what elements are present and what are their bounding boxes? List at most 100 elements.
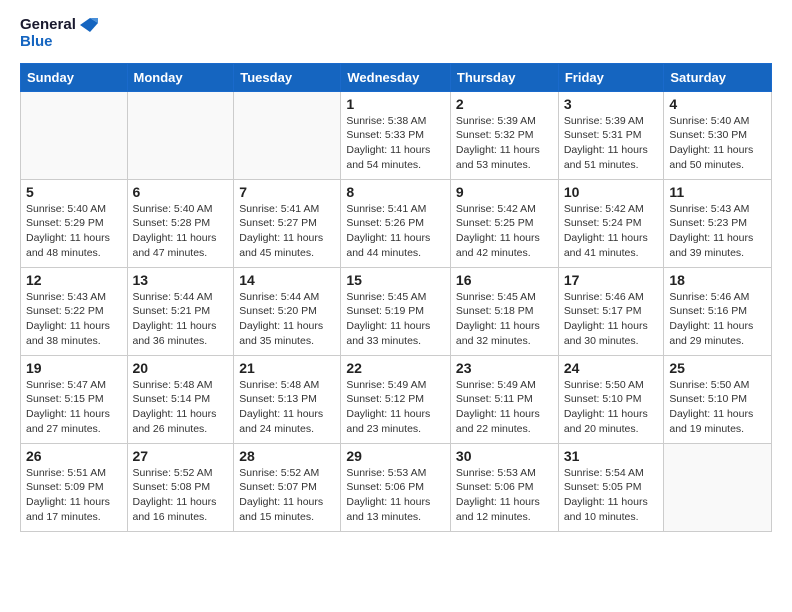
day-info: Sunrise: 5:51 AM Sunset: 5:09 PM Dayligh… xyxy=(26,466,122,525)
day-info: Sunrise: 5:49 AM Sunset: 5:11 PM Dayligh… xyxy=(456,378,553,437)
calendar-cell: 15 Sunrise: 5:45 AM Sunset: 5:19 PM Dayli… xyxy=(341,267,451,355)
day-number: 2 xyxy=(456,96,553,112)
day-number: 19 xyxy=(26,360,122,376)
calendar-cell: 1 Sunrise: 5:38 AM Sunset: 5:33 PM Daylig… xyxy=(341,91,451,179)
calendar-cell: 22 Sunrise: 5:49 AM Sunset: 5:12 PM Dayli… xyxy=(341,355,451,443)
day-info: Sunrise: 5:42 AM Sunset: 5:25 PM Dayligh… xyxy=(456,202,553,261)
calendar-cell: 23 Sunrise: 5:49 AM Sunset: 5:11 PM Dayli… xyxy=(450,355,558,443)
calendar-cell: 29 Sunrise: 5:53 AM Sunset: 5:06 PM Dayli… xyxy=(341,443,451,531)
day-info: Sunrise: 5:53 AM Sunset: 5:06 PM Dayligh… xyxy=(346,466,445,525)
calendar-cell: 26 Sunrise: 5:51 AM Sunset: 5:09 PM Dayli… xyxy=(21,443,128,531)
calendar-cell: 16Sunrise: 5:45 AM Sunset: 5:18 PM Dayli… xyxy=(450,267,558,355)
calendar-cell: 14Sunrise: 5:44 AM Sunset: 5:20 PM Dayli… xyxy=(234,267,341,355)
day-number: 11 xyxy=(669,184,766,200)
weekday-header: Saturday xyxy=(664,63,772,91)
day-info: Sunrise: 5:49 AM Sunset: 5:12 PM Dayligh… xyxy=(346,378,445,437)
day-info: Sunrise: 5:45 AM Sunset: 5:19 PM Dayligh… xyxy=(346,290,445,349)
calendar-cell: 7 Sunrise: 5:41 AM Sunset: 5:27 PM Daylig… xyxy=(234,179,341,267)
day-info: Sunrise: 5:43 AM Sunset: 5:23 PM Dayligh… xyxy=(669,202,766,261)
day-number: 3 xyxy=(564,96,659,112)
day-number: 29 xyxy=(346,448,445,464)
day-info: Sunrise: 5:46 AM Sunset: 5:16 PM Dayligh… xyxy=(669,290,766,349)
calendar-cell: 10 Sunrise: 5:42 AM Sunset: 5:24 PM Dayli… xyxy=(558,179,664,267)
calendar-cell xyxy=(234,91,341,179)
logo: General Blue xyxy=(20,16,98,51)
day-info: Sunrise: 5:50 AM Sunset: 5:10 PM Dayligh… xyxy=(564,378,659,437)
calendar-cell: 24 Sunrise: 5:50 AM Sunset: 5:10 PM Dayli… xyxy=(558,355,664,443)
day-info: Sunrise: 5:47 AM Sunset: 5:15 PM Dayligh… xyxy=(26,378,122,437)
day-info: Sunrise: 5:39 AM Sunset: 5:31 PM Dayligh… xyxy=(564,114,659,173)
calendar-cell: 2 Sunrise: 5:39 AM Sunset: 5:32 PM Daylig… xyxy=(450,91,558,179)
calendar-cell: 6 Sunrise: 5:40 AM Sunset: 5:28 PM Daylig… xyxy=(127,179,234,267)
day-number: 14 xyxy=(239,272,335,288)
day-number: 30 xyxy=(456,448,553,464)
week-row: 19 Sunrise: 5:47 AM Sunset: 5:15 PM Dayli… xyxy=(21,355,772,443)
page-container: General Blue SundayMondayTuesdayWednesda… xyxy=(0,0,792,548)
day-info: Sunrise: 5:52 AM Sunset: 5:07 PM Dayligh… xyxy=(239,466,335,525)
weekday-header: Sunday xyxy=(21,63,128,91)
day-number: 26 xyxy=(26,448,122,464)
day-number: 15 xyxy=(346,272,445,288)
day-info: Sunrise: 5:40 AM Sunset: 5:28 PM Dayligh… xyxy=(133,202,229,261)
day-number: 22 xyxy=(346,360,445,376)
calendar-cell: 12Sunrise: 5:43 AM Sunset: 5:22 PM Dayli… xyxy=(21,267,128,355)
calendar-cell: 13Sunrise: 5:44 AM Sunset: 5:21 PM Dayli… xyxy=(127,267,234,355)
calendar-cell: 31 Sunrise: 5:54 AM Sunset: 5:05 PM Dayli… xyxy=(558,443,664,531)
day-number: 25 xyxy=(669,360,766,376)
day-number: 6 xyxy=(133,184,229,200)
day-info: Sunrise: 5:40 AM Sunset: 5:29 PM Dayligh… xyxy=(26,202,122,261)
weekday-header-row: SundayMondayTuesdayWednesdayThursdayFrid… xyxy=(21,63,772,91)
header: General Blue xyxy=(20,16,772,51)
day-number: 13 xyxy=(133,272,229,288)
calendar-cell: 27 Sunrise: 5:52 AM Sunset: 5:08 PM Dayli… xyxy=(127,443,234,531)
day-info: Sunrise: 5:53 AM Sunset: 5:06 PM Dayligh… xyxy=(456,466,553,525)
calendar: SundayMondayTuesdayWednesdayThursdayFrid… xyxy=(20,63,772,532)
day-info: Sunrise: 5:54 AM Sunset: 5:05 PM Dayligh… xyxy=(564,466,659,525)
week-row: 26 Sunrise: 5:51 AM Sunset: 5:09 PM Dayli… xyxy=(21,443,772,531)
day-number: 28 xyxy=(239,448,335,464)
day-number: 12 xyxy=(26,272,122,288)
calendar-cell: 8 Sunrise: 5:41 AM Sunset: 5:26 PM Daylig… xyxy=(341,179,451,267)
calendar-cell: 28 Sunrise: 5:52 AM Sunset: 5:07 PM Dayli… xyxy=(234,443,341,531)
day-info: Sunrise: 5:48 AM Sunset: 5:14 PM Dayligh… xyxy=(133,378,229,437)
calendar-cell: 20Sunrise: 5:48 AM Sunset: 5:14 PM Dayli… xyxy=(127,355,234,443)
day-number: 9 xyxy=(456,184,553,200)
day-number: 8 xyxy=(346,184,445,200)
day-number: 31 xyxy=(564,448,659,464)
calendar-cell: 21Sunrise: 5:48 AM Sunset: 5:13 PM Dayli… xyxy=(234,355,341,443)
day-info: Sunrise: 5:46 AM Sunset: 5:17 PM Dayligh… xyxy=(564,290,659,349)
day-number: 7 xyxy=(239,184,335,200)
weekday-header: Wednesday xyxy=(341,63,451,91)
day-info: Sunrise: 5:38 AM Sunset: 5:33 PM Dayligh… xyxy=(346,114,445,173)
calendar-cell: 25 Sunrise: 5:50 AM Sunset: 5:10 PM Dayli… xyxy=(664,355,772,443)
day-number: 16 xyxy=(456,272,553,288)
calendar-cell: 9 Sunrise: 5:42 AM Sunset: 5:25 PM Daylig… xyxy=(450,179,558,267)
week-row: 1 Sunrise: 5:38 AM Sunset: 5:33 PM Daylig… xyxy=(21,91,772,179)
weekday-header: Tuesday xyxy=(234,63,341,91)
calendar-cell xyxy=(664,443,772,531)
day-info: Sunrise: 5:48 AM Sunset: 5:13 PM Dayligh… xyxy=(239,378,335,437)
day-info: Sunrise: 5:52 AM Sunset: 5:08 PM Dayligh… xyxy=(133,466,229,525)
day-number: 10 xyxy=(564,184,659,200)
calendar-cell: 19 Sunrise: 5:47 AM Sunset: 5:15 PM Dayli… xyxy=(21,355,128,443)
calendar-cell: 18 Sunrise: 5:46 AM Sunset: 5:16 PM Dayli… xyxy=(664,267,772,355)
weekday-header: Friday xyxy=(558,63,664,91)
weekday-header: Thursday xyxy=(450,63,558,91)
day-number: 23 xyxy=(456,360,553,376)
day-info: Sunrise: 5:41 AM Sunset: 5:26 PM Dayligh… xyxy=(346,202,445,261)
day-number: 18 xyxy=(669,272,766,288)
day-number: 24 xyxy=(564,360,659,376)
calendar-cell xyxy=(127,91,234,179)
calendar-cell: 4Sunrise: 5:40 AM Sunset: 5:30 PM Daylig… xyxy=(664,91,772,179)
day-number: 27 xyxy=(133,448,229,464)
weekday-header: Monday xyxy=(127,63,234,91)
day-info: Sunrise: 5:41 AM Sunset: 5:27 PM Dayligh… xyxy=(239,202,335,261)
calendar-cell: 5Sunrise: 5:40 AM Sunset: 5:29 PM Daylig… xyxy=(21,179,128,267)
day-info: Sunrise: 5:42 AM Sunset: 5:24 PM Dayligh… xyxy=(564,202,659,261)
day-info: Sunrise: 5:50 AM Sunset: 5:10 PM Dayligh… xyxy=(669,378,766,437)
day-info: Sunrise: 5:39 AM Sunset: 5:32 PM Dayligh… xyxy=(456,114,553,173)
calendar-cell xyxy=(21,91,128,179)
calendar-cell: 3 Sunrise: 5:39 AM Sunset: 5:31 PM Daylig… xyxy=(558,91,664,179)
day-number: 1 xyxy=(346,96,445,112)
day-info: Sunrise: 5:40 AM Sunset: 5:30 PM Dayligh… xyxy=(669,114,766,173)
